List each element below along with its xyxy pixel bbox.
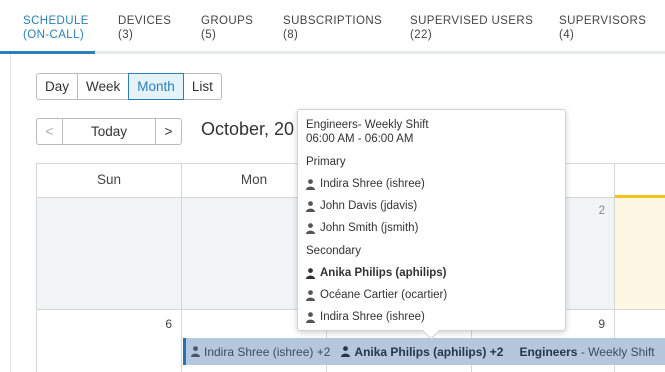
tab-label: GROUPS (201, 15, 254, 27)
month-title: October, 20 (201, 119, 295, 139)
tab-count: (22) (410, 29, 433, 41)
event-title: Engineers - Weekly Shift (519, 345, 654, 359)
member-name: Indira Shree (ishree) (320, 178, 425, 190)
member-name: Anika Philips (aphilips) (320, 267, 447, 279)
person-icon (306, 311, 315, 323)
primary-summary-text: Indira Shree (ishree) +2 (204, 344, 331, 359)
primary-member: John Smith (jsmith) (306, 221, 557, 235)
view-switcher: Day Week Month List (36, 73, 222, 100)
day-number: 6 (165, 317, 172, 331)
shift-details-popover: Engineers- Weekly Shift 06:00 AM - 06:00… (297, 109, 566, 340)
day-number: 2 (598, 205, 605, 217)
tab-count: (ON-CALL) (23, 29, 85, 41)
event-separator: - (580, 344, 585, 359)
today-button[interactable]: Today (62, 118, 156, 145)
tab-supervisors[interactable]: SUPERVISORS (4) (536, 0, 665, 54)
secondary-label: Secondary (306, 245, 361, 257)
secondary-summary-text: Anika Philips (aphilips) +2 (354, 344, 504, 359)
tab-subscriptions[interactable]: SUBSCRIPTIONS (8) (260, 0, 387, 54)
tab-supervised-users[interactable]: SUPERVISED USERS (22) (387, 0, 541, 54)
primary-label: Primary (306, 156, 346, 168)
tab-label: DEVICES (118, 15, 172, 27)
view-month-button[interactable]: Month (128, 73, 184, 100)
tab-label: SUPERVISORS (559, 15, 647, 27)
prev-month-button[interactable]: < (36, 118, 63, 145)
person-icon (306, 222, 315, 234)
view-list-button[interactable]: List (182, 73, 222, 100)
secondary-member: Anika Philips (aphilips) (306, 266, 557, 280)
tab-label: SUPERVISED USERS (410, 15, 534, 27)
person-icon (341, 346, 351, 357)
popover-title: Engineers- Weekly Shift (306, 119, 429, 131)
primary-summary: Indira Shree (ishree) +2 (191, 345, 330, 359)
tab-count: (4) (559, 29, 575, 41)
event-shift: Weekly Shift (588, 344, 655, 359)
member-name: John Davis (jdavis) (320, 200, 418, 212)
person-icon (306, 289, 315, 301)
view-day-button[interactable]: Day (36, 73, 79, 100)
person-icon (306, 200, 315, 212)
member-name: Océane Cartier (ocartier) (320, 289, 448, 301)
tab-bar: SCHEDULE (ON-CALL) DEVICES (3) GROUPS (5) S… (0, 0, 665, 54)
tab-count: (8) (283, 29, 299, 41)
tab-schedule[interactable]: SCHEDULE (ON-CALL) (0, 0, 99, 54)
next-month-button[interactable]: > (155, 118, 182, 145)
secondary-member: Indira Shree (ishree) (306, 310, 557, 324)
weekday-header (615, 164, 665, 198)
primary-member: Indira Shree (ishree) (306, 177, 557, 191)
member-name: Indira Shree (ishree) (320, 311, 425, 323)
view-week-button[interactable]: Week (77, 73, 130, 100)
person-icon (306, 267, 315, 279)
event-group: Engineers (519, 344, 578, 359)
tab-groups[interactable]: GROUPS (5) (178, 0, 266, 54)
shift-event-bar[interactable]: Indira Shree (ishree) +2 Anika Philips (… (183, 338, 665, 365)
day-cell[interactable] (37, 198, 182, 310)
today-cell[interactable] (615, 195, 665, 310)
person-icon (191, 346, 200, 357)
tab-label: SUBSCRIPTIONS (283, 15, 383, 27)
weekday-header-sun: Sun (37, 164, 182, 198)
secondary-summary: Anika Philips (aphilips) +2 (341, 345, 503, 359)
secondary-member: Océane Cartier (ocartier) (306, 288, 557, 302)
day-number: 9 (598, 317, 605, 331)
tab-count: (5) (201, 29, 217, 41)
tab-label: SCHEDULE (23, 15, 89, 27)
primary-member: John Davis (jdavis) (306, 199, 557, 213)
popover-time: 06:00 AM - 06:00 AM (306, 133, 414, 145)
date-navigation: < Today > (36, 118, 182, 145)
person-icon (306, 178, 315, 190)
day-cell[interactable]: 6 (37, 310, 182, 372)
tab-count: (3) (118, 29, 134, 41)
member-name: John Smith (jsmith) (320, 222, 419, 234)
tab-devices[interactable]: DEVICES (3) (95, 0, 185, 54)
